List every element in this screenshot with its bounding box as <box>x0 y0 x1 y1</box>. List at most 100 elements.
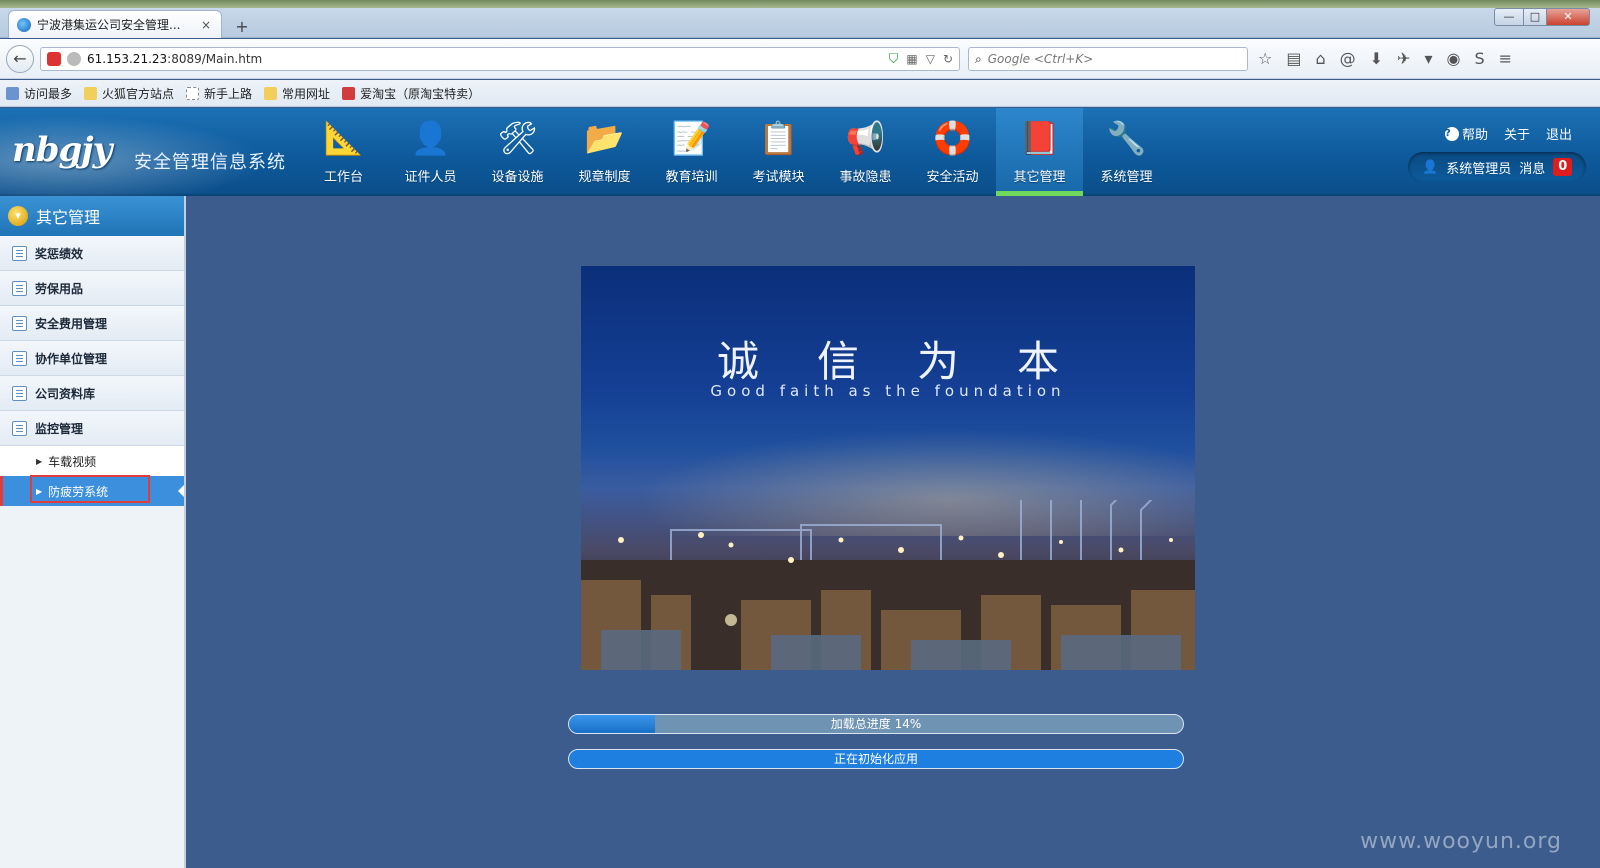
nav-training[interactable]: 📝 教育培训 <box>648 108 735 196</box>
megaphone-icon: 📢 <box>845 119 886 157</box>
browser-tab[interactable]: 宁波港集运公司安全管理... × <box>8 10 222 38</box>
sidebar-item-partner-units[interactable]: 协作单位管理 <box>0 341 184 376</box>
reading-list-icon[interactable]: ▤ <box>1286 49 1301 68</box>
sidebar-subitem-vehicle-video[interactable]: ▶ 车载视频 <box>0 446 184 476</box>
triangle-right-icon: ▶ <box>36 456 43 466</box>
nav-label: 教育培训 <box>665 170 718 185</box>
message-count-badge[interactable]: 0 <box>1553 158 1573 176</box>
most-visited-icon <box>6 86 19 100</box>
sidebar-item-label: 奖惩绩效 <box>35 246 84 261</box>
list-icon <box>12 245 27 261</box>
user-name[interactable]: 系统管理员 <box>1446 158 1511 177</box>
sidebar-item-protective-equipment[interactable]: 劳保用品 <box>0 271 184 306</box>
init-progress-label: 正在初始化应用 <box>833 752 918 766</box>
qr-code-icon[interactable]: ▦ <box>906 52 917 67</box>
taobao-icon <box>342 86 356 100</box>
sidebar-item-monitoring[interactable]: 监控管理 <box>0 411 184 446</box>
nav-label: 证件人员 <box>404 170 457 185</box>
sidebar-item-rewards-penalties[interactable]: 奖惩绩效 <box>0 236 184 271</box>
sidebar-item-label: 安全费用管理 <box>35 316 108 331</box>
dropdown-arrow-icon[interactable]: ▽ <box>926 52 935 67</box>
sidebar-item-label: 协作单位管理 <box>35 351 108 366</box>
nav-safety-activities[interactable]: 🛟 安全活动 <box>909 108 996 196</box>
bookmark-common-sites[interactable]: 常用网址 <box>264 85 330 102</box>
extension-icon[interactable]: S <box>1474 49 1484 68</box>
port-scene-illustration <box>581 500 1195 670</box>
bookmark-label: 爱淘宝（原淘宝特卖） <box>360 86 481 101</box>
browser-navigation-bar: ← 61.153.21.23:8089/Main.htm ⛉ ▦ ▽ ↻ ⌕ G… <box>0 39 1600 79</box>
splash-image: 诚信为本 Good faith as the foundation <box>581 266 1195 670</box>
help-label: 帮助 <box>1461 128 1488 143</box>
url-text[interactable]: 61.153.21.23:8089/Main.htm <box>87 52 883 66</box>
nav-label: 安全活动 <box>926 170 979 185</box>
email-icon[interactable]: @ <box>1340 49 1356 68</box>
about-link[interactable]: 关于 <box>1504 124 1530 143</box>
window-minimize-button[interactable]: — <box>1494 8 1524 26</box>
document-pen-icon: 📝 <box>671 119 712 157</box>
bookmark-taobao[interactable]: 爱淘宝（原淘宝特卖） <box>342 85 480 102</box>
addon-icon[interactable]: ✈ <box>1397 49 1410 68</box>
tools-icon: 🛠 <box>497 119 538 157</box>
list-icon <box>12 350 27 366</box>
nav-system-management[interactable]: 🔧 系统管理 <box>1083 108 1170 196</box>
bookmark-getting-started[interactable]: 新手上路 <box>186 85 252 102</box>
header-links: ? 帮助 关于 退出 <box>1444 124 1572 143</box>
sidebar-title: 其它管理 <box>36 208 101 227</box>
user-info: 👤 系统管理员 消息 0 <box>1408 152 1586 182</box>
back-button[interactable]: ← <box>6 45 34 73</box>
address-bar[interactable]: 61.153.21.23:8089/Main.htm ⛉ ▦ ▽ ↻ <box>40 47 960 71</box>
site-favicon-icon <box>17 17 31 32</box>
folder-icon <box>264 86 278 100</box>
sidebar-header[interactable]: ▾ 其它管理 <box>0 196 184 236</box>
logout-link[interactable]: 退出 <box>1546 124 1572 143</box>
app-logo: nbgjy <box>12 130 112 170</box>
nav-label: 事故隐患 <box>839 170 892 185</box>
sidebar-item-safety-costs[interactable]: 安全费用管理 <box>0 306 184 341</box>
sidebar-item-label: 监控管理 <box>35 421 84 436</box>
nav-equipment[interactable]: 🛠 设备设施 <box>474 108 561 196</box>
tab-close-icon[interactable]: × <box>199 18 213 32</box>
list-icon <box>12 385 27 401</box>
window-close-button[interactable]: ✕ <box>1546 8 1590 26</box>
nav-workbench[interactable]: 📐 工作台 <box>300 108 387 196</box>
splash-subtitle: Good faith as the foundation <box>710 382 1066 400</box>
nav-certified-personnel[interactable]: 👤 证件人员 <box>387 108 474 196</box>
exam-certificate-icon: 📋 <box>758 119 799 157</box>
app-title: 安全管理信息系统 <box>134 152 286 173</box>
workbench-icon: 📐 <box>323 119 364 157</box>
main-navigation: 📐 工作台 👤 证件人员 🛠 设备设施 📂 规章制度 📝 教育培训 📋 考试模块 📢 事故隐患… <box>300 108 1170 196</box>
nav-exam[interactable]: 📋 考试模块 <box>735 108 822 196</box>
help-link[interactable]: ? 帮助 <box>1444 124 1488 143</box>
bookmark-most-visited[interactable]: 访问最多 <box>6 85 72 102</box>
book-icon: 📕 <box>1019 119 1060 157</box>
reload-icon[interactable]: ↻ <box>943 52 953 67</box>
bookmarks-bar: 访问最多 火狐官方站点 新手上路 常用网址 爱淘宝（原淘宝特卖） <box>0 80 1600 107</box>
messages-label[interactable]: 消息 <box>1519 158 1545 177</box>
page-icon <box>186 86 200 100</box>
window-maximize-button[interactable]: □ <box>1523 8 1547 26</box>
help-icon: ? <box>1444 126 1459 141</box>
chevron-down-icon[interactable]: ▾ <box>1424 49 1432 68</box>
list-icon <box>12 280 27 296</box>
download-icon[interactable]: ⬇ <box>1370 49 1383 68</box>
search-icon: ⌕ <box>975 51 982 66</box>
nav-hazards[interactable]: 📢 事故隐患 <box>822 108 909 196</box>
nav-regulations[interactable]: 📂 规章制度 <box>561 108 648 196</box>
bookmark-star-icon[interactable]: ☆ <box>1258 49 1272 68</box>
bookmark-label: 访问最多 <box>24 86 73 101</box>
splash-title: 诚信为本 <box>716 337 1117 386</box>
search-field[interactable]: ⌕ Google <Ctrl+K> <box>968 47 1248 71</box>
home-icon[interactable]: ⌂ <box>1315 49 1325 68</box>
nav-other-management[interactable]: 📕 其它管理 <box>996 108 1083 196</box>
sidebar-item-label: 劳保用品 <box>35 281 84 296</box>
tab-title: 宁波港集运公司安全管理... <box>37 18 181 32</box>
menu-icon[interactable]: ≡ <box>1499 49 1512 68</box>
user-icon: 👤 <box>1422 159 1439 175</box>
shield-icon[interactable]: ⛉ <box>889 52 899 67</box>
chat-icon[interactable]: ◉ <box>1446 49 1460 68</box>
bookmark-firefox-site[interactable]: 火狐官方站点 <box>84 85 174 102</box>
search-placeholder: Google <Ctrl+K> <box>987 52 1094 66</box>
browser-tab-bar: 宁波港集运公司安全管理... × + <box>0 8 1600 38</box>
sidebar-item-company-library[interactable]: 公司资料库 <box>0 376 184 411</box>
new-tab-button[interactable]: + <box>232 17 252 36</box>
